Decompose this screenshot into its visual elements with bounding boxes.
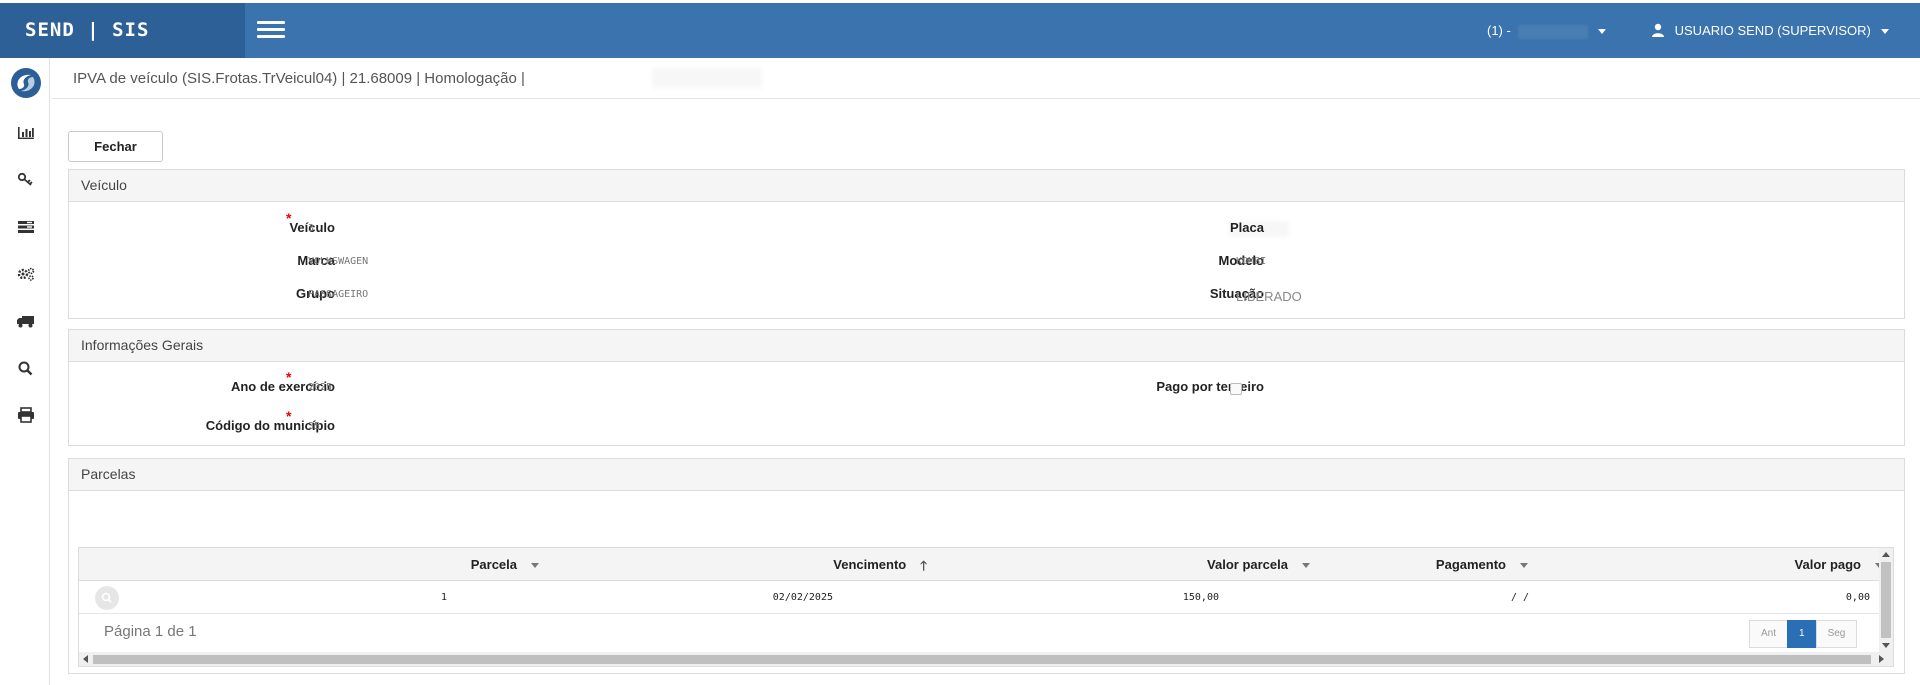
placa-value-redacted bbox=[1229, 221, 1289, 237]
gears-icon[interactable] bbox=[16, 266, 36, 282]
vehicle-panel-title: Veículo bbox=[69, 170, 1904, 202]
installments-panel: Parcelas Parcela Vencimento 🡑 Valor parce… bbox=[68, 458, 1905, 674]
column-label: Pagamento bbox=[1435, 557, 1506, 572]
brand-logo[interactable]: SEND | SIS bbox=[0, 3, 245, 58]
sort-down-icon bbox=[531, 563, 539, 569]
column-label: Parcela bbox=[470, 557, 517, 572]
column-label: Valor parcela bbox=[1207, 557, 1288, 572]
chevron-down-icon bbox=[1880, 29, 1889, 35]
table-row[interactable]: 1 02/02/2025 150,00 / / 0,00 bbox=[79, 581, 1879, 614]
page-1-button[interactable]: 1 bbox=[1787, 620, 1817, 648]
close-button[interactable]: Fechar bbox=[68, 131, 163, 162]
next-page-button[interactable]: Seg bbox=[1815, 620, 1858, 648]
column-header-valor-pago[interactable]: Valor pago bbox=[1795, 548, 1883, 581]
user-menu[interactable]: USUARIO SEND (SUPERVISOR) bbox=[1651, 3, 1889, 58]
column-label: Vencimento bbox=[833, 557, 907, 572]
required-marker: * bbox=[286, 369, 292, 385]
company-selector[interactable]: (1) - bbox=[1487, 3, 1607, 58]
horizontal-scrollbar[interactable] bbox=[79, 652, 1893, 666]
required-marker: * bbox=[286, 210, 292, 226]
user-name: USUARIO SEND (SUPERVISOR) bbox=[1674, 23, 1871, 38]
icon-sidebar bbox=[0, 58, 50, 685]
veiculo-value: 3 bbox=[308, 223, 315, 234]
column-header-parcela[interactable]: Parcela bbox=[471, 548, 539, 581]
company-name-redacted bbox=[1518, 24, 1589, 39]
list-icon[interactable] bbox=[16, 219, 36, 235]
modelo-value: KOMBI bbox=[1236, 256, 1267, 267]
grid-header: Parcela Vencimento 🡑 Valor parcela Pagame… bbox=[79, 548, 1883, 581]
column-header-pagamento[interactable]: Pagamento bbox=[1436, 548, 1528, 581]
required-marker: * bbox=[286, 408, 292, 424]
general-info-panel-title: Informações Gerais bbox=[69, 330, 1904, 362]
sort-down-icon bbox=[1520, 563, 1528, 569]
pago-terceiro-checkbox[interactable] bbox=[1230, 383, 1242, 395]
top-bar: SEND | SIS (1) - USUARIO SEND (SUPERVISO… bbox=[0, 3, 1920, 58]
grid-footer: Página 1 de 1 Ant 1 Seg bbox=[79, 614, 1879, 652]
page-info: Página 1 de 1 bbox=[104, 623, 197, 640]
sort-up-arrow-icon: 🡑 bbox=[920, 558, 927, 574]
vehicle-panel: Veículo Veículo * 3 Marca VOLKSWAGEN Gru… bbox=[68, 169, 1905, 319]
column-header-valor-parcela[interactable]: Valor parcela bbox=[1207, 548, 1310, 581]
scroll-left-icon[interactable] bbox=[83, 655, 88, 663]
environment-name-redacted bbox=[652, 68, 762, 88]
pagination: Ant 1 Seg bbox=[1749, 620, 1858, 648]
scroll-down-icon[interactable] bbox=[1882, 643, 1890, 648]
ano-exercicio-value: 2025 bbox=[308, 382, 333, 393]
prev-page-button[interactable]: Ant bbox=[1749, 620, 1789, 648]
scroll-up-icon[interactable] bbox=[1882, 552, 1890, 557]
installments-grid: Parcela Vencimento 🡑 Valor parcela Pagame… bbox=[78, 547, 1894, 667]
codigo-municipio-value: 35 bbox=[308, 421, 321, 432]
installments-panel-title: Parcelas bbox=[69, 459, 1904, 491]
search-icon[interactable] bbox=[16, 360, 36, 376]
page-title: IPVA de veículo (SIS.Frotas.TrVeicul04) … bbox=[73, 70, 525, 87]
chevron-down-icon bbox=[1598, 29, 1607, 35]
sort-down-icon bbox=[1302, 563, 1310, 569]
user-icon bbox=[1652, 23, 1664, 37]
cell-valor-pago: 0,00 bbox=[1845, 592, 1870, 603]
logo-icon[interactable] bbox=[10, 67, 42, 99]
grupo-value: PASSAGEIRO bbox=[308, 289, 369, 300]
company-label: (1) - bbox=[1487, 23, 1511, 38]
vertical-scroll-thumb[interactable] bbox=[1881, 562, 1891, 638]
marca-value: VOLKSWAGEN bbox=[308, 256, 369, 267]
chart-icon[interactable] bbox=[16, 125, 36, 141]
column-header-vencimento[interactable]: Vencimento 🡑 bbox=[833, 548, 927, 581]
row-search-icon[interactable] bbox=[95, 586, 119, 610]
print-icon[interactable] bbox=[16, 407, 36, 423]
cell-valor-parcela: 150,00 bbox=[1182, 592, 1219, 603]
column-label: Valor pago bbox=[1794, 557, 1861, 572]
key-icon[interactable] bbox=[16, 172, 36, 188]
scroll-right-icon[interactable] bbox=[1879, 655, 1884, 663]
situacao-value: LIBERADO bbox=[1236, 289, 1302, 304]
cell-vencimento: 02/02/2025 bbox=[772, 592, 833, 603]
truck-icon[interactable] bbox=[16, 313, 36, 329]
pago-terceiro-label: Pago por terceiro bbox=[1156, 379, 1264, 394]
page-header: IPVA de veículo (SIS.Frotas.TrVeicul04) … bbox=[52, 58, 1920, 99]
vertical-scrollbar[interactable] bbox=[1879, 548, 1893, 652]
cell-parcela: 1 bbox=[440, 592, 447, 603]
horizontal-scroll-thumb[interactable] bbox=[93, 655, 1871, 664]
general-info-panel: Informações Gerais Ano de exercício * 20… bbox=[68, 329, 1905, 446]
cell-pagamento: / / bbox=[1510, 592, 1529, 603]
menu-toggle-icon[interactable] bbox=[257, 21, 285, 39]
